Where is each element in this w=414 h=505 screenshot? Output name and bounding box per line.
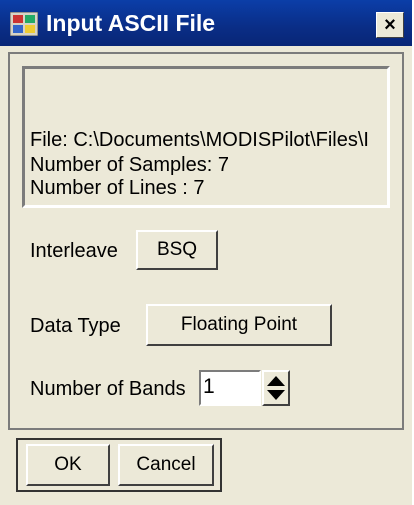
app-icon [10,12,38,36]
cancel-button[interactable]: Cancel [118,444,214,486]
close-icon: × [384,14,396,36]
close-button[interactable]: × [376,12,404,38]
samples-text: Number of Samples: 7 [30,154,229,176]
ok-button[interactable]: OK [26,444,110,486]
bands-input[interactable]: 1 [199,370,261,406]
spin-arrows-icon [267,376,285,400]
title-bar[interactable]: Input ASCII File × [0,0,412,46]
data-type-label: Data Type [30,315,121,337]
window-title: Input ASCII File [46,10,216,36]
file-info-box: File: C:\Documents\MODISPilot\Files\I Nu… [22,66,390,208]
file-path-text: File: C:\Documents\MODISPilot\Files\I [30,129,369,151]
data-type-button[interactable]: Floating Point [146,304,332,346]
lines-text: Number of Lines : 7 [30,177,205,199]
interleave-button[interactable]: BSQ [136,230,218,270]
dialog-window: Input ASCII File × File: C:\Documents\MO… [0,0,412,505]
bands-label: Number of Bands [30,378,186,400]
interleave-label: Interleave [30,240,118,262]
bands-spinner[interactable] [262,370,290,406]
